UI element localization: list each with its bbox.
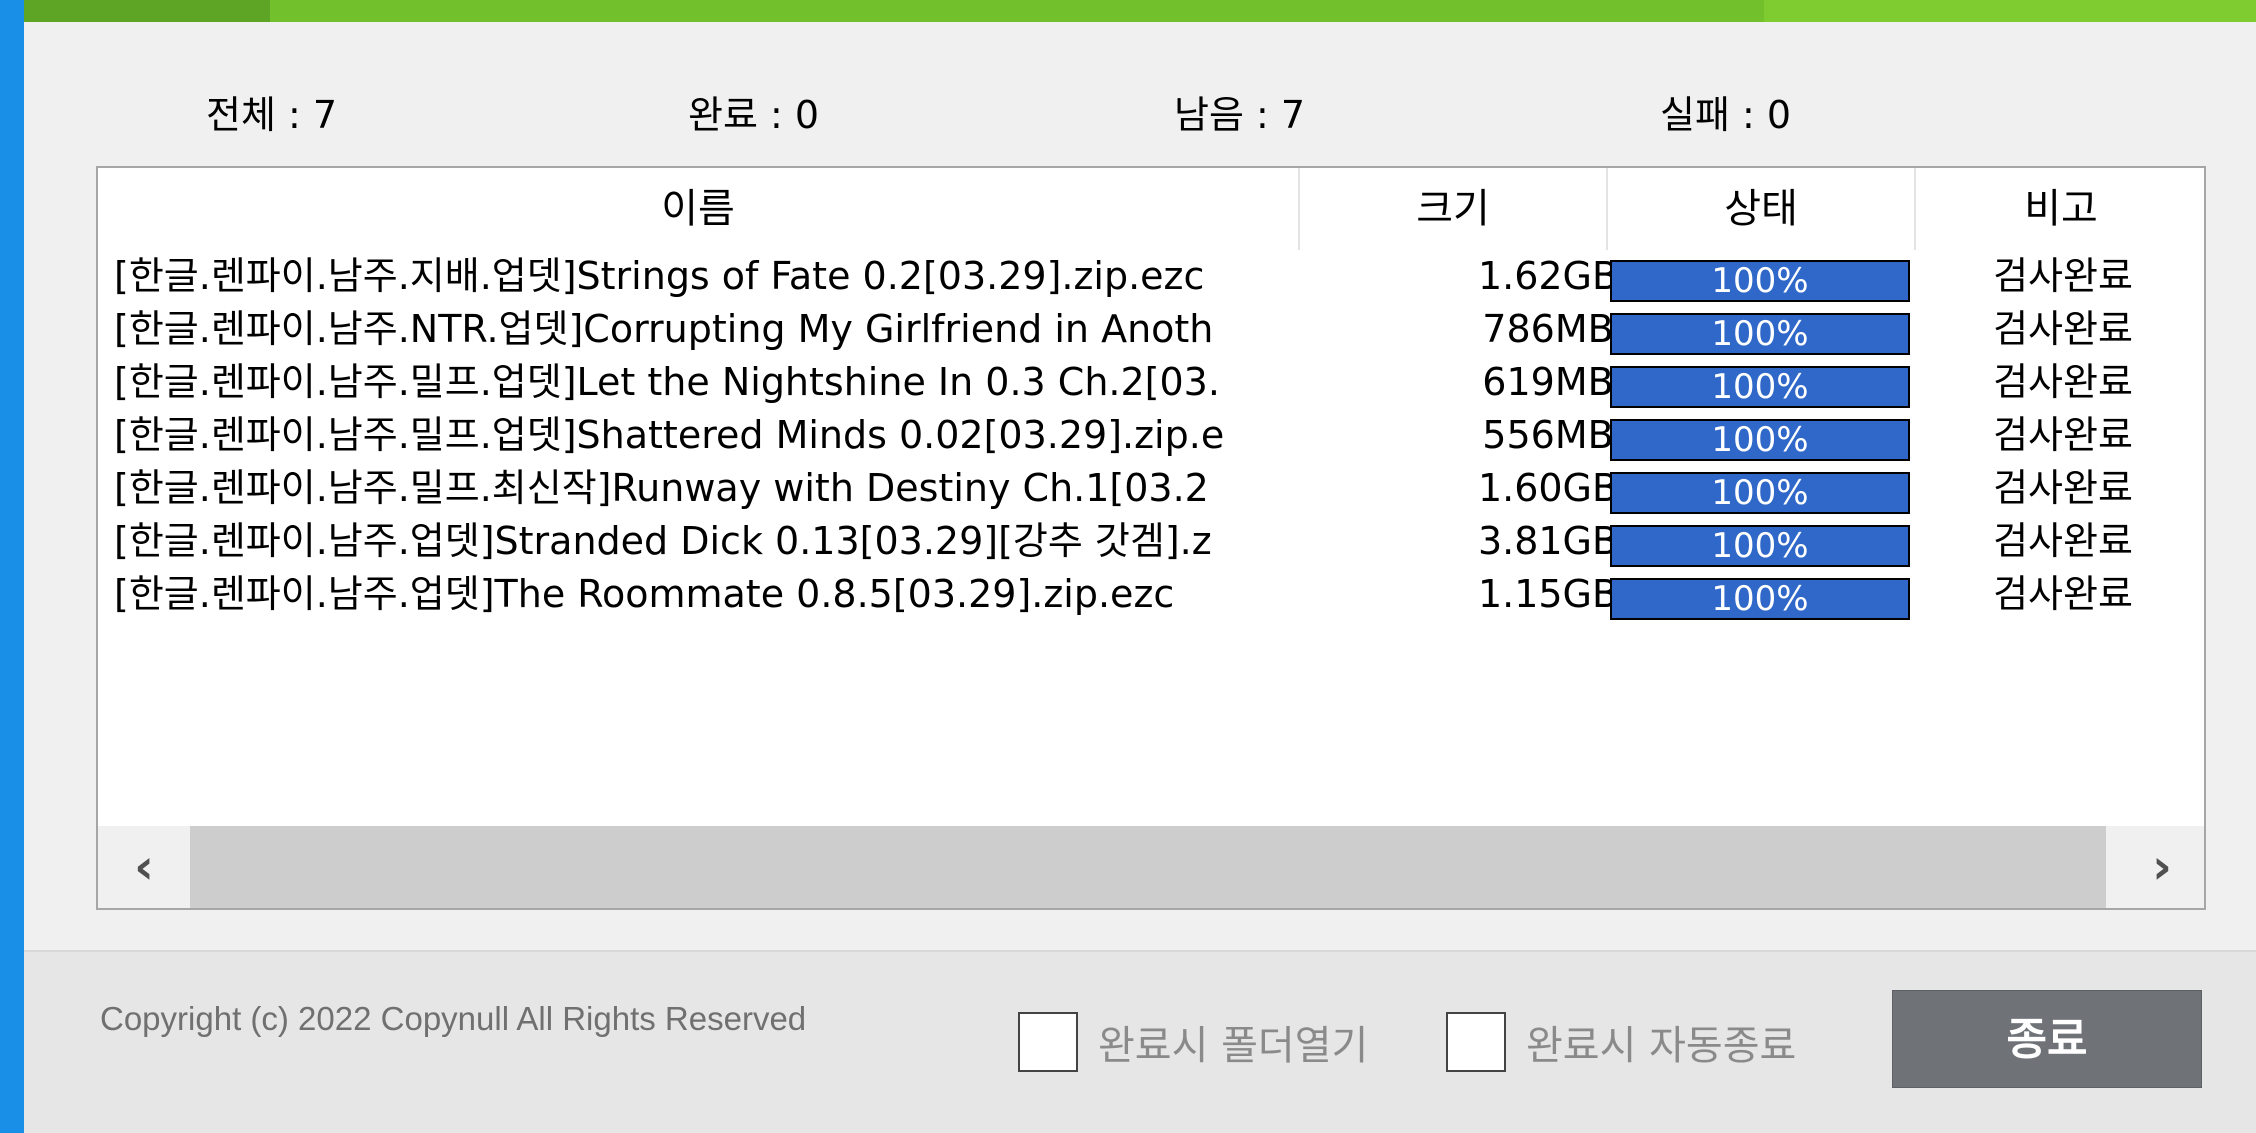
title-bar-segment (1764, 0, 2256, 22)
list-item[interactable]: [한글.렌파이.남주.NTR.업뎃]Corrupting My Girlfrie… (98, 303, 2204, 356)
checkbox-box[interactable] (1446, 1012, 1506, 1072)
file-note: 검사완료 (1993, 572, 2133, 616)
file-note: 검사완료 (1993, 519, 2133, 563)
file-name: [한글.렌파이.남주.밀프.최신작]Runway with Destiny Ch… (114, 466, 1209, 510)
progress-bar: 100% (1610, 525, 1910, 567)
stat-total: 전체 : 7 (206, 93, 338, 137)
file-name: [한글.렌파이.남주.업뎃]The Roommate 0.8.5[03.29].… (114, 572, 1175, 616)
scrollbar-thumb[interactable] (190, 826, 2106, 908)
progress-label: 100% (1711, 367, 1809, 407)
open-folder-checkbox[interactable]: 완료시 폴더열기 (1018, 1012, 1368, 1072)
chevron-right-icon[interactable]: › (2122, 826, 2202, 908)
progress-bar: 100% (1610, 260, 1910, 302)
file-note: 검사완료 (1993, 307, 2133, 351)
progress-label: 100% (1711, 473, 1809, 513)
progress-bar: 100% (1610, 419, 1910, 461)
column-header-name[interactable]: 이름 (98, 168, 1300, 250)
list-item[interactable]: [한글.렌파이.남주.업뎃]Stranded Dick 0.13[03.29][… (98, 515, 2204, 568)
progress-label: 100% (1711, 579, 1809, 619)
file-note: 검사완료 (1993, 360, 2133, 404)
file-note: 검사완료 (1993, 466, 2133, 510)
progress-label: 100% (1711, 261, 1809, 301)
progress-bar: 100% (1610, 313, 1910, 355)
column-header-status[interactable]: 상태 (1608, 168, 1916, 250)
auto-exit-checkbox[interactable]: 완료시 자동종료 (1446, 1012, 1796, 1072)
file-name: [한글.렌파이.남주.밀프.업뎃]Let the Nightshine In 0… (114, 360, 1220, 404)
title-bar-segment (24, 0, 270, 22)
file-rows: [한글.렌파이.남주.지배.업뎃]Strings of Fate 0.2[03.… (98, 250, 2204, 621)
column-header-size[interactable]: 크기 (1300, 168, 1608, 250)
open-folder-label[interactable]: 완료시 폴더열기 (1098, 1013, 1368, 1071)
horizontal-scrollbar[interactable]: ‹ › (98, 826, 2204, 908)
progress-bar: 100% (1610, 472, 1910, 514)
file-list[interactable]: 이름 크기 상태 비고 [한글.렌파이.남주.지배.업뎃]Strings of … (96, 166, 2206, 910)
stat-remaining: 남음 : 7 (1174, 93, 1306, 137)
list-item[interactable]: [한글.렌파이.남주.지배.업뎃]Strings of Fate 0.2[03.… (98, 250, 2204, 303)
file-note: 검사완료 (1993, 413, 2133, 457)
stat-failed: 실패 : 0 (1660, 93, 1792, 137)
file-name: [한글.렌파이.남주.업뎃]Stranded Dick 0.13[03.29][… (114, 519, 1212, 563)
progress-bar: 100% (1610, 366, 1910, 408)
stats-row: 전체 : 7 완료 : 0 남음 : 7 실패 : 0 (0, 84, 2256, 137)
title-bar (24, 0, 2256, 22)
file-note: 검사완료 (1993, 254, 2133, 298)
stat-done: 완료 : 0 (688, 93, 820, 137)
exit-button[interactable]: 종료 (1892, 990, 2202, 1088)
file-name: [한글.렌파이.남주.지배.업뎃]Strings of Fate 0.2[03.… (114, 254, 1205, 298)
checkbox-box[interactable] (1018, 1012, 1078, 1072)
file-name: [한글.렌파이.남주.NTR.업뎃]Corrupting My Girlfrie… (114, 307, 1214, 351)
file-name: [한글.렌파이.남주.밀프.업뎃]Shattered Minds 0.02[03… (114, 413, 1225, 457)
progress-bar: 100% (1610, 578, 1910, 620)
progress-label: 100% (1711, 526, 1809, 566)
footer: Copyright (c) 2022 Copynull All Rights R… (24, 950, 2256, 1133)
list-item[interactable]: [한글.렌파이.남주.업뎃]The Roommate 0.8.5[03.29].… (98, 568, 2204, 621)
list-item[interactable]: [한글.렌파이.남주.밀프.업뎃]Let the Nightshine In 0… (98, 356, 2204, 409)
progress-label: 100% (1711, 314, 1809, 354)
column-header-note[interactable]: 비고 (1916, 168, 2204, 250)
chevron-left-icon[interactable]: ‹ (104, 826, 184, 908)
copyright-text: Copyright (c) 2022 Copynull All Rights R… (100, 1000, 807, 1037)
list-item[interactable]: [한글.렌파이.남주.밀프.최신작]Runway with Destiny Ch… (98, 462, 2204, 515)
list-item[interactable]: [한글.렌파이.남주.밀프.업뎃]Shattered Minds 0.02[03… (98, 409, 2204, 462)
auto-exit-label[interactable]: 완료시 자동종료 (1526, 1013, 1796, 1071)
progress-label: 100% (1711, 420, 1809, 460)
window-left-edge (0, 0, 24, 1133)
